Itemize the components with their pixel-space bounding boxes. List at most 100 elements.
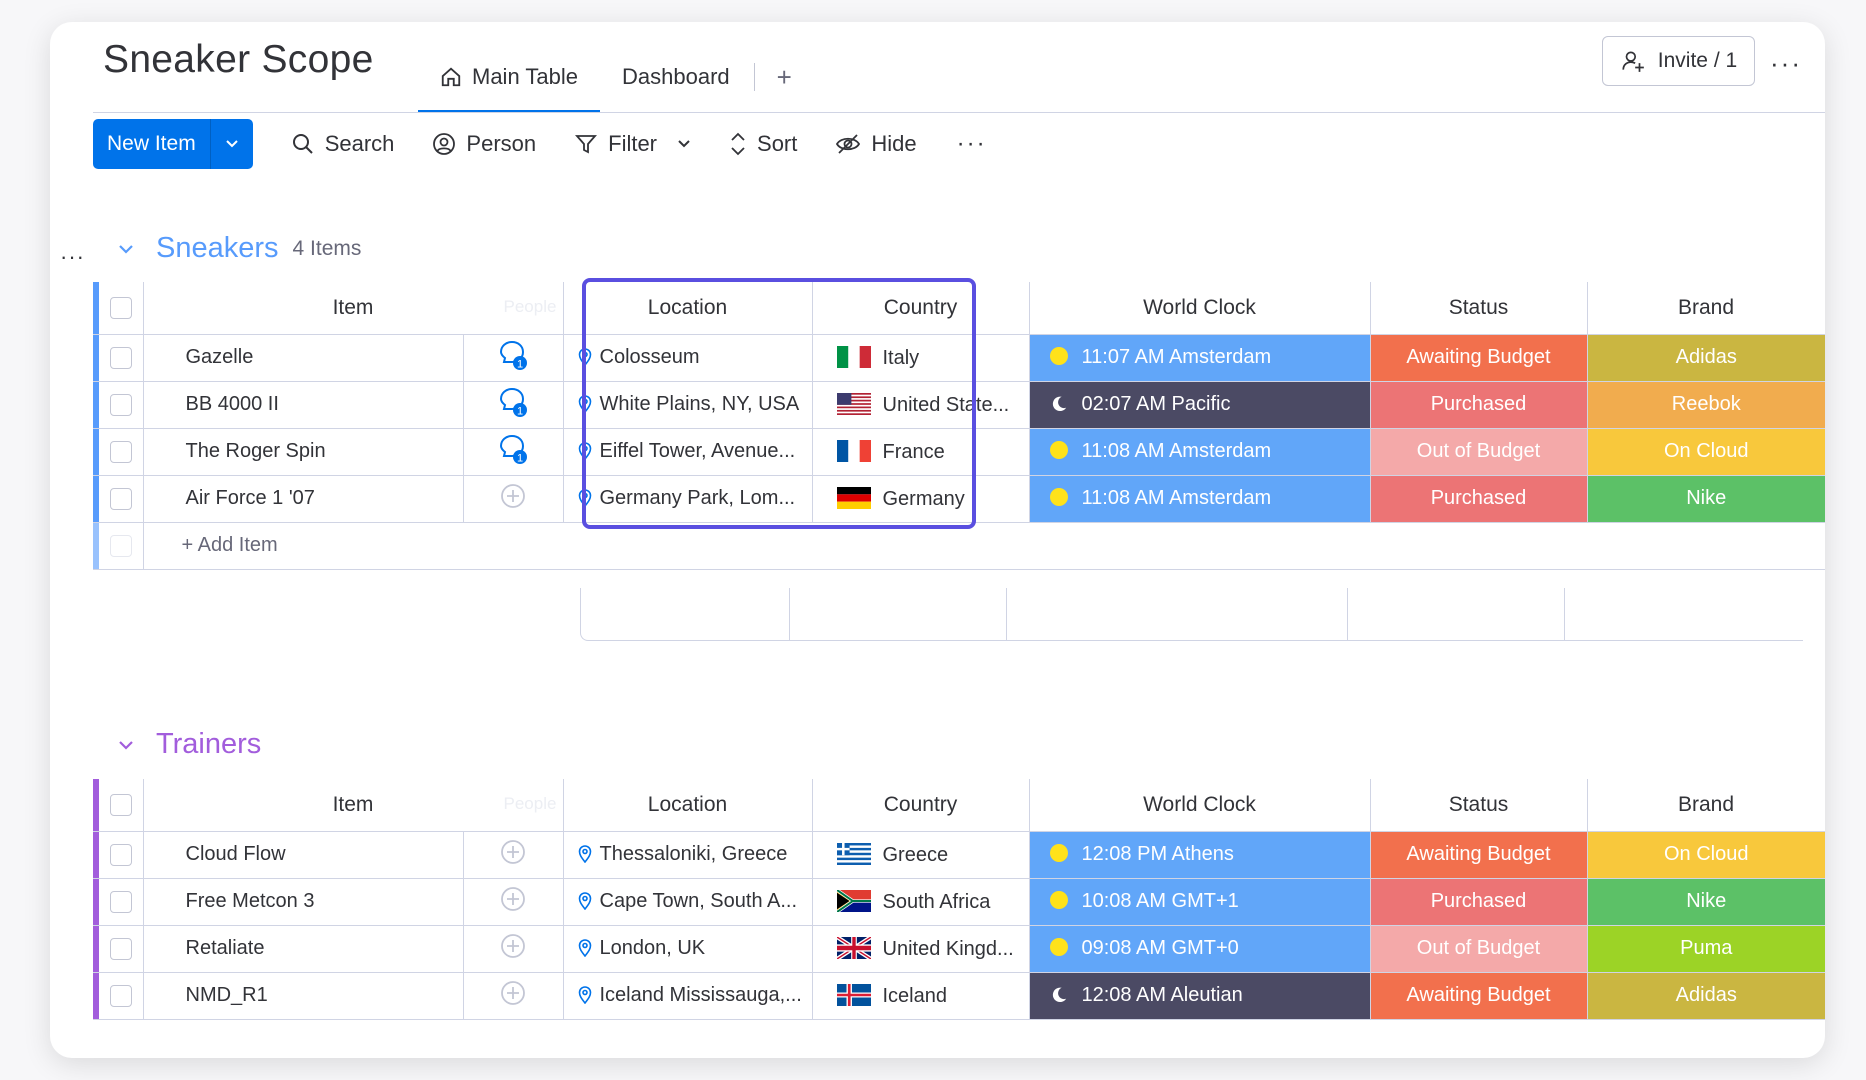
- new-item-button[interactable]: New Item: [93, 119, 211, 169]
- table-row[interactable]: Retaliate London, UK United Kingd... 09:08 …: [93, 925, 1825, 973]
- toolbar-more-button[interactable]: ···: [957, 130, 987, 158]
- status-label[interactable]: Purchased: [1370, 878, 1588, 926]
- status-label[interactable]: Purchased: [1370, 381, 1588, 429]
- row-checkbox[interactable]: [99, 381, 144, 429]
- add-item-input[interactable]: + Add Item: [143, 522, 1825, 570]
- board-title[interactable]: Sneaker Scope: [103, 38, 374, 82]
- status-label[interactable]: Purchased: [1370, 475, 1588, 523]
- updates-cell[interactable]: [463, 475, 564, 523]
- column-header-brand[interactable]: Brand: [1587, 282, 1825, 335]
- updates-cell[interactable]: [463, 925, 564, 973]
- group-menu-button[interactable]: ···: [60, 244, 85, 270]
- world-clock-cell[interactable]: 11:08 AM Amsterdam: [1029, 475, 1371, 523]
- person-filter-button[interactable]: Person: [432, 131, 536, 157]
- group-name[interactable]: Sneakers: [156, 232, 279, 265]
- country-cell[interactable]: Greece: [812, 831, 1030, 879]
- brand-label[interactable]: Adidas: [1587, 334, 1825, 382]
- invite-button[interactable]: Invite / 1: [1602, 36, 1755, 86]
- column-header-location[interactable]: Location: [563, 779, 813, 832]
- world-clock-cell[interactable]: 09:08 AM GMT+0: [1029, 925, 1371, 973]
- status-label[interactable]: Out of Budget: [1370, 925, 1588, 973]
- world-clock-cell[interactable]: 11:07 AM Amsterdam: [1029, 334, 1371, 382]
- item-name-cell[interactable]: BB 4000 II: [143, 381, 464, 429]
- add-view-button[interactable]: +: [757, 62, 812, 93]
- row-checkbox[interactable]: [99, 428, 144, 476]
- world-clock-cell[interactable]: 11:08 AM Amsterdam: [1029, 428, 1371, 476]
- table-row[interactable]: BB 4000 II 1 White Plains, NY, USA United S…: [93, 381, 1825, 429]
- hide-button[interactable]: Hide: [835, 131, 917, 157]
- add-update-icon[interactable]: [499, 932, 527, 960]
- chevron-down-icon[interactable]: [677, 139, 691, 149]
- brand-label[interactable]: Nike: [1587, 878, 1825, 926]
- row-checkbox[interactable]: [99, 831, 144, 879]
- update-badge-icon[interactable]: 1: [497, 339, 529, 371]
- table-row[interactable]: Air Force 1 '07 Germany Park, Lom... Germa…: [93, 475, 1825, 523]
- add-update-icon[interactable]: [499, 838, 527, 866]
- world-clock-cell[interactable]: 12:08 AM Aleutian: [1029, 972, 1371, 1020]
- select-all-checkbox[interactable]: [99, 282, 144, 335]
- status-label[interactable]: Awaiting Budget: [1370, 972, 1588, 1020]
- group-name[interactable]: Trainers: [156, 728, 261, 761]
- column-header-world-clock[interactable]: World Clock: [1029, 282, 1371, 335]
- brand-label[interactable]: Nike: [1587, 475, 1825, 523]
- updates-cell[interactable]: [463, 878, 564, 926]
- sort-button[interactable]: Sort: [729, 131, 797, 157]
- updates-cell[interactable]: 1: [463, 381, 564, 429]
- brand-label[interactable]: Puma: [1587, 925, 1825, 973]
- location-cell[interactable]: Thessaloniki, Greece: [563, 831, 813, 879]
- chevron-down-icon[interactable]: [116, 735, 136, 755]
- row-checkbox[interactable]: [99, 334, 144, 382]
- search-button[interactable]: Search: [291, 131, 394, 157]
- item-name-cell[interactable]: Free Metcon 3: [143, 878, 464, 926]
- location-cell[interactable]: Eiffel Tower, Avenue...: [563, 428, 813, 476]
- row-checkbox[interactable]: [99, 925, 144, 973]
- updates-cell[interactable]: [463, 831, 564, 879]
- world-clock-cell[interactable]: 10:08 AM GMT+1: [1029, 878, 1371, 926]
- column-header-location[interactable]: Location: [563, 282, 813, 335]
- column-header-status[interactable]: Status: [1370, 779, 1588, 832]
- add-update-icon[interactable]: [499, 979, 527, 1007]
- country-cell[interactable]: Iceland: [812, 972, 1030, 1020]
- table-row[interactable]: Free Metcon 3 Cape Town, South A... South …: [93, 878, 1825, 926]
- country-cell[interactable]: South Africa: [812, 878, 1030, 926]
- add-update-icon[interactable]: [499, 885, 527, 913]
- item-name-cell[interactable]: Cloud Flow: [143, 831, 464, 879]
- table-row[interactable]: Gazelle 1 Colosseum Italy 11:07 AM Amsterdam…: [93, 334, 1825, 382]
- column-header-status[interactable]: Status: [1370, 282, 1588, 335]
- tab-main-table[interactable]: Main Table: [418, 42, 600, 113]
- world-clock-cell[interactable]: 12:08 PM Athens: [1029, 831, 1371, 879]
- country-cell[interactable]: United State...: [812, 381, 1030, 429]
- item-name-cell[interactable]: The Roger Spin: [143, 428, 464, 476]
- table-row[interactable]: NMD_R1 Iceland Mississauga,... Iceland 12:0…: [93, 972, 1825, 1020]
- update-badge-icon[interactable]: 1: [497, 386, 529, 418]
- item-name-cell[interactable]: Air Force 1 '07: [143, 475, 464, 523]
- brand-label[interactable]: On Cloud: [1587, 428, 1825, 476]
- status-label[interactable]: Awaiting Budget: [1370, 334, 1588, 382]
- row-checkbox[interactable]: [99, 878, 144, 926]
- add-update-icon[interactable]: [499, 482, 527, 510]
- world-clock-cell[interactable]: 02:07 AM Pacific: [1029, 381, 1371, 429]
- column-header-country[interactable]: Country: [812, 779, 1030, 832]
- country-cell[interactable]: Italy: [812, 334, 1030, 382]
- country-cell[interactable]: Germany: [812, 475, 1030, 523]
- item-name-cell[interactable]: Gazelle: [143, 334, 464, 382]
- location-cell[interactable]: Colosseum: [563, 334, 813, 382]
- brand-label[interactable]: On Cloud: [1587, 831, 1825, 879]
- table-row[interactable]: Cloud Flow Thessaloniki, Greece Greece 12:0…: [93, 831, 1825, 879]
- column-header-item[interactable]: Item People: [143, 282, 564, 335]
- status-label[interactable]: Out of Budget: [1370, 428, 1588, 476]
- location-cell[interactable]: Germany Park, Lom...: [563, 475, 813, 523]
- brand-label[interactable]: Adidas: [1587, 972, 1825, 1020]
- board-more-menu[interactable]: ···: [1770, 48, 1802, 79]
- location-cell[interactable]: Cape Town, South A...: [563, 878, 813, 926]
- updates-cell[interactable]: [463, 972, 564, 1020]
- country-cell[interactable]: United Kingd...: [812, 925, 1030, 973]
- table-row[interactable]: The Roger Spin 1 Eiffel Tower, Avenue... Fr…: [93, 428, 1825, 476]
- location-cell[interactable]: London, UK: [563, 925, 813, 973]
- updates-cell[interactable]: 1: [463, 428, 564, 476]
- item-name-cell[interactable]: NMD_R1: [143, 972, 464, 1020]
- country-cell[interactable]: France: [812, 428, 1030, 476]
- filter-button[interactable]: Filter: [574, 131, 691, 157]
- location-cell[interactable]: Iceland Mississauga,...: [563, 972, 813, 1020]
- tab-dashboard[interactable]: Dashboard: [600, 42, 752, 112]
